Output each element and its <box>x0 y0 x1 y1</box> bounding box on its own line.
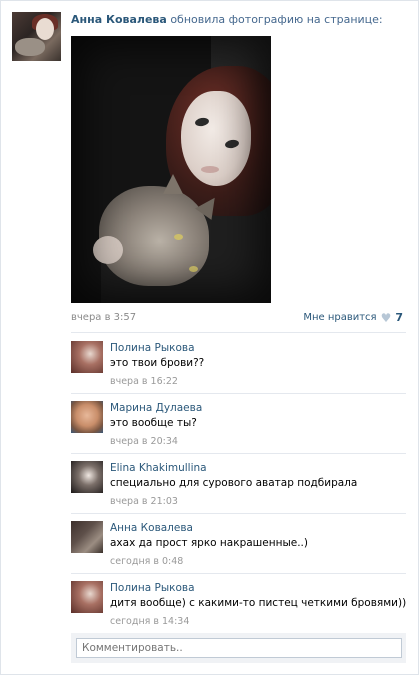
post-photo[interactable] <box>71 36 271 303</box>
divider <box>71 393 406 394</box>
post-card: Анна Ковалева обновила фотографию на стр… <box>0 0 419 675</box>
post-meta: вчера в 3:57 Мне нравится ♥ 7 <box>71 311 403 325</box>
comment-author-link[interactable]: Марина Дулаева <box>110 402 202 414</box>
divider <box>71 573 406 574</box>
divider <box>71 332 406 333</box>
photo-vignette <box>71 36 271 303</box>
heart-icon: ♥ <box>380 310 392 325</box>
comment-avatar[interactable] <box>71 341 103 373</box>
comment-text: это вообще ты? <box>110 417 197 429</box>
comment-time[interactable]: вчера в 20:34 <box>110 436 178 447</box>
avatar-cat <box>15 38 45 56</box>
comment-text: ахах да прост ярко накрашенные..) <box>110 537 308 549</box>
divider <box>71 453 406 454</box>
comment-avatar[interactable] <box>71 401 103 433</box>
comment-item: Анна Ковалева ахах да прост ярко накраше… <box>71 521 406 577</box>
comment-item: Полина Рыкова это твои брови?? вчера в 1… <box>71 341 406 397</box>
divider <box>71 513 406 514</box>
like-button[interactable]: Мне нравится ♥ 7 <box>303 311 403 324</box>
like-count: 7 <box>395 311 403 324</box>
comment-text: специально для сурового аватар подбирала <box>110 477 358 489</box>
comment-avatar[interactable] <box>71 521 103 553</box>
author-name-link[interactable]: Анна Ковалева <box>71 13 167 26</box>
like-label: Мне нравится <box>303 312 377 323</box>
comment-item: Elina Khakimullina специально для сурово… <box>71 461 406 517</box>
avatar-face <box>36 18 54 40</box>
comment-author-link[interactable]: Полина Рыкова <box>110 342 195 354</box>
comment-author-link[interactable]: Анна Ковалева <box>110 522 193 534</box>
comment-input[interactable] <box>76 638 402 658</box>
comment-author-link[interactable]: Полина Рыкова <box>110 582 195 594</box>
comment-item: Полина Рыкова дитя вообще) с какими-то п… <box>71 581 406 637</box>
post-action-text: обновила фотографию на странице: <box>170 13 383 26</box>
comment-avatar[interactable] <box>71 581 103 613</box>
comment-text: это твои брови?? <box>110 357 205 369</box>
comment-author-link[interactable]: Elina Khakimullina <box>110 462 207 474</box>
comment-text: дитя вообще) с какими-то пистец четкими … <box>110 597 407 609</box>
comment-time[interactable]: сегодня в 0:48 <box>110 556 183 567</box>
comment-time[interactable]: сегодня в 14:34 <box>110 616 189 627</box>
post-time[interactable]: вчера в 3:57 <box>71 312 136 323</box>
post-header: Анна Ковалева обновила фотографию на стр… <box>71 13 411 27</box>
comment-time[interactable]: вчера в 16:22 <box>110 376 178 387</box>
reply-box <box>71 633 406 663</box>
author-avatar[interactable] <box>12 12 61 61</box>
comment-avatar[interactable] <box>71 461 103 493</box>
comment-time[interactable]: вчера в 21:03 <box>110 496 178 507</box>
comment-item: Марина Дулаева это вообще ты? вчера в 20… <box>71 401 406 457</box>
